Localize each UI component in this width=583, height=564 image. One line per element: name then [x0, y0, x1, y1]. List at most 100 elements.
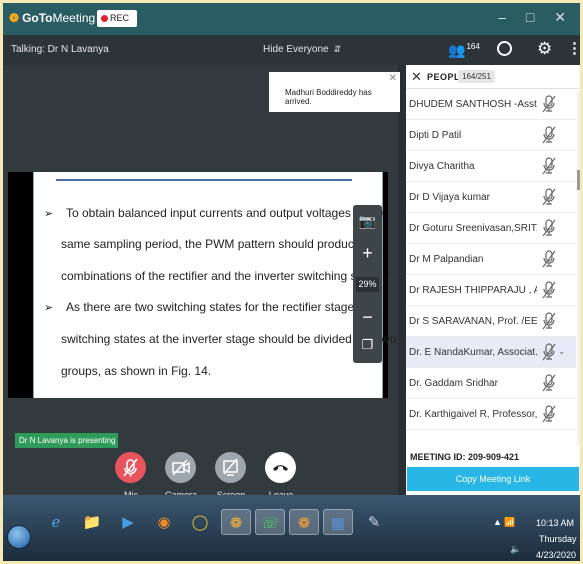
- attendee-name: Dr. Karthigaivel R, Professor,...: [409, 409, 537, 420]
- hide-everyone-toggle[interactable]: Hide Everyone ⇵: [263, 44, 341, 55]
- attendee-name: Dr S SARAVANAN, Prof. /EE...: [409, 316, 537, 327]
- record-dot-icon: [101, 15, 108, 22]
- app-name-light: Meeting: [52, 11, 96, 25]
- volume-icon[interactable]: 🔈: [510, 544, 521, 555]
- chevron-down-icon[interactable]: ⌄: [558, 346, 566, 357]
- internet-explorer-icon[interactable]: e: [41, 509, 71, 535]
- camera-snapshot-icon[interactable]: 📷: [353, 213, 382, 230]
- attendee-name: Dr. E NandaKumar, Associat...: [409, 347, 537, 358]
- hide-everyone-label: Hide Everyone: [263, 44, 329, 55]
- attendee-name: Dr D Vijaya kumar: [409, 192, 490, 203]
- media-player-icon[interactable]: ▶: [113, 509, 143, 535]
- window-controls[interactable]: – □ ✕: [498, 9, 574, 26]
- bullet-icon: ➢: [44, 302, 54, 314]
- bullet-icon: ➢: [44, 208, 54, 220]
- rec-label: REC: [110, 13, 130, 23]
- recording-badge[interactable]: REC: [97, 10, 137, 27]
- chat-icon[interactable]: [497, 41, 512, 56]
- mic-muted-icon[interactable]: [542, 281, 556, 299]
- app-taskbar-icon[interactable]: ❁: [289, 509, 319, 535]
- panel-icon-bar: 👥164 ⚙ ⋮: [406, 35, 580, 65]
- attendee-name: Divya Charitha: [409, 161, 475, 172]
- paint-icon[interactable]: ✎: [359, 509, 389, 535]
- talking-indicator: Talking: Dr N Lavanya: [11, 44, 109, 55]
- shared-slide: ➢ To obtain balanced input currents and …: [8, 172, 397, 398]
- attendee-name: Dr Goturu Sreenivasan,SRIT,...: [409, 223, 537, 234]
- mic-muted-icon[interactable]: [542, 126, 556, 144]
- slide-line: To obtain balanced input currents and ou…: [66, 206, 384, 220]
- attendee-row[interactable]: DHUDEM SANTHOSH -Asst...: [406, 89, 576, 120]
- attendee-row[interactable]: Dr. Gaddam Sridhar: [406, 368, 576, 399]
- gotomeeting-logo-icon: ❁: [9, 11, 20, 25]
- attendee-name: Dr RAJESH THIPPARAJU , As...: [409, 285, 537, 296]
- attendee-row[interactable]: Divya Charitha: [406, 151, 576, 182]
- people-panel: ✕ PEOPLE 164/251 DHUDEM SANTHOSH -Asst..…: [406, 65, 580, 495]
- attendee-row[interactable]: Dr RAJESH THIPPARAJU , As...: [406, 275, 576, 306]
- gear-icon[interactable]: ⚙: [537, 39, 552, 59]
- people-header: ✕ PEOPLE 164/251: [406, 65, 580, 89]
- mic-muted-icon[interactable]: [542, 157, 556, 175]
- mic-muted-icon: [123, 458, 138, 477]
- attendee-row[interactable]: Dr. E NandaKumar, Associat... ⌄: [406, 337, 576, 368]
- screen-off-icon: [223, 458, 238, 476]
- mic-muted-icon[interactable]: [542, 343, 556, 361]
- pop-out-icon[interactable]: ❐: [353, 337, 382, 353]
- leave-button[interactable]: [265, 452, 296, 483]
- meeting-id: MEETING ID: 209-909-421: [410, 452, 520, 462]
- app-window: ❁GoToMeeting▼ REC – □ ✕ Talking: Dr N La…: [3, 3, 580, 561]
- people-scrollbar[interactable]: [577, 91, 580, 446]
- people-scrollbar-thumb[interactable]: [577, 170, 580, 190]
- file-explorer-icon[interactable]: 📁: [77, 509, 107, 535]
- attendee-row[interactable]: Dipti D Patil: [406, 120, 576, 151]
- clock-time[interactable]: 10:13 AM: [536, 518, 574, 528]
- attendee-row[interactable]: Dr S SARAVANAN, Prof. /EE...: [406, 306, 576, 337]
- app-menu[interactable]: ❁GoToMeeting▼: [9, 11, 107, 25]
- system-tray[interactable]: ▲ 📶: [493, 517, 516, 528]
- people-tab[interactable]: 👥164: [448, 42, 480, 59]
- sort-arrows-icon: ⇵: [333, 44, 342, 54]
- screen-share-stage: Madhuri Boddireddy has arrived. ✕ ➢ To o…: [3, 65, 400, 500]
- slide-page: ➢ To obtain balanced input currents and …: [33, 172, 397, 398]
- chrome-icon[interactable]: ◯: [185, 509, 215, 535]
- app-name-bold: GoTo: [22, 11, 53, 25]
- clock-date[interactable]: 4/23/2020: [536, 550, 576, 560]
- close-icon[interactable]: ✕: [411, 69, 422, 85]
- notification-text: Madhuri Boddireddy has arrived.: [285, 88, 372, 106]
- slide-line: same sampling period, the PWM pattern sh…: [61, 237, 376, 251]
- slide-line: groups, as shown in Fig. 14.: [61, 364, 212, 378]
- attendee-row[interactable]: Dr Goturu Sreenivasan,SRIT,...: [406, 213, 576, 244]
- gotomeeting-taskbar-icon[interactable]: ❁: [221, 509, 251, 535]
- close-icon[interactable]: ✕: [389, 73, 397, 84]
- mic-muted-icon[interactable]: [542, 312, 556, 330]
- slide-line: As there are two switching states for th…: [66, 300, 378, 314]
- hang-up-icon: [273, 465, 288, 471]
- mic-muted-icon[interactable]: [542, 188, 556, 206]
- attendee-name: DHUDEM SANTHOSH -Asst...: [409, 99, 537, 110]
- mic-muted-icon[interactable]: [542, 95, 556, 113]
- attendee-row[interactable]: Dr. Karthigaivel R, Professor,...: [406, 399, 576, 430]
- screen-button[interactable]: [215, 452, 246, 483]
- firefox-icon[interactable]: ◉: [149, 509, 179, 535]
- mic-muted-icon[interactable]: [542, 219, 556, 237]
- clock-day[interactable]: Thursday: [539, 534, 577, 544]
- copy-meeting-link-button[interactable]: Copy Meeting Link: [407, 467, 579, 491]
- slide-rule: [56, 179, 352, 181]
- zoom-out-icon[interactable]: −: [353, 307, 382, 328]
- camera-button[interactable]: [165, 452, 196, 483]
- word-icon[interactable]: ▦: [323, 509, 353, 535]
- attendee-row[interactable]: Dr D Vijaya kumar: [406, 182, 576, 213]
- mic-muted-icon[interactable]: [542, 250, 556, 268]
- mic-muted-icon[interactable]: [542, 374, 556, 392]
- start-button[interactable]: [7, 525, 31, 549]
- whatsapp-icon[interactable]: ☏: [255, 509, 285, 535]
- attendee-name: Dr. Gaddam Sridhar: [409, 378, 498, 389]
- camera-off-icon: [172, 459, 190, 476]
- title-bar: ❁GoToMeeting▼ REC – □ ✕: [3, 3, 580, 35]
- attendee-row[interactable]: Dr M Palpandian: [406, 244, 576, 275]
- more-vertical-icon[interactable]: ⋮: [567, 39, 580, 57]
- mic-muted-icon[interactable]: [542, 405, 556, 423]
- mic-button[interactable]: [115, 452, 146, 483]
- zoom-in-icon[interactable]: +: [353, 243, 382, 264]
- arrival-notification: Madhuri Boddireddy has arrived. ✕: [269, 72, 400, 112]
- zoom-toolbar: 📷 + 29% − ❐: [353, 205, 382, 363]
